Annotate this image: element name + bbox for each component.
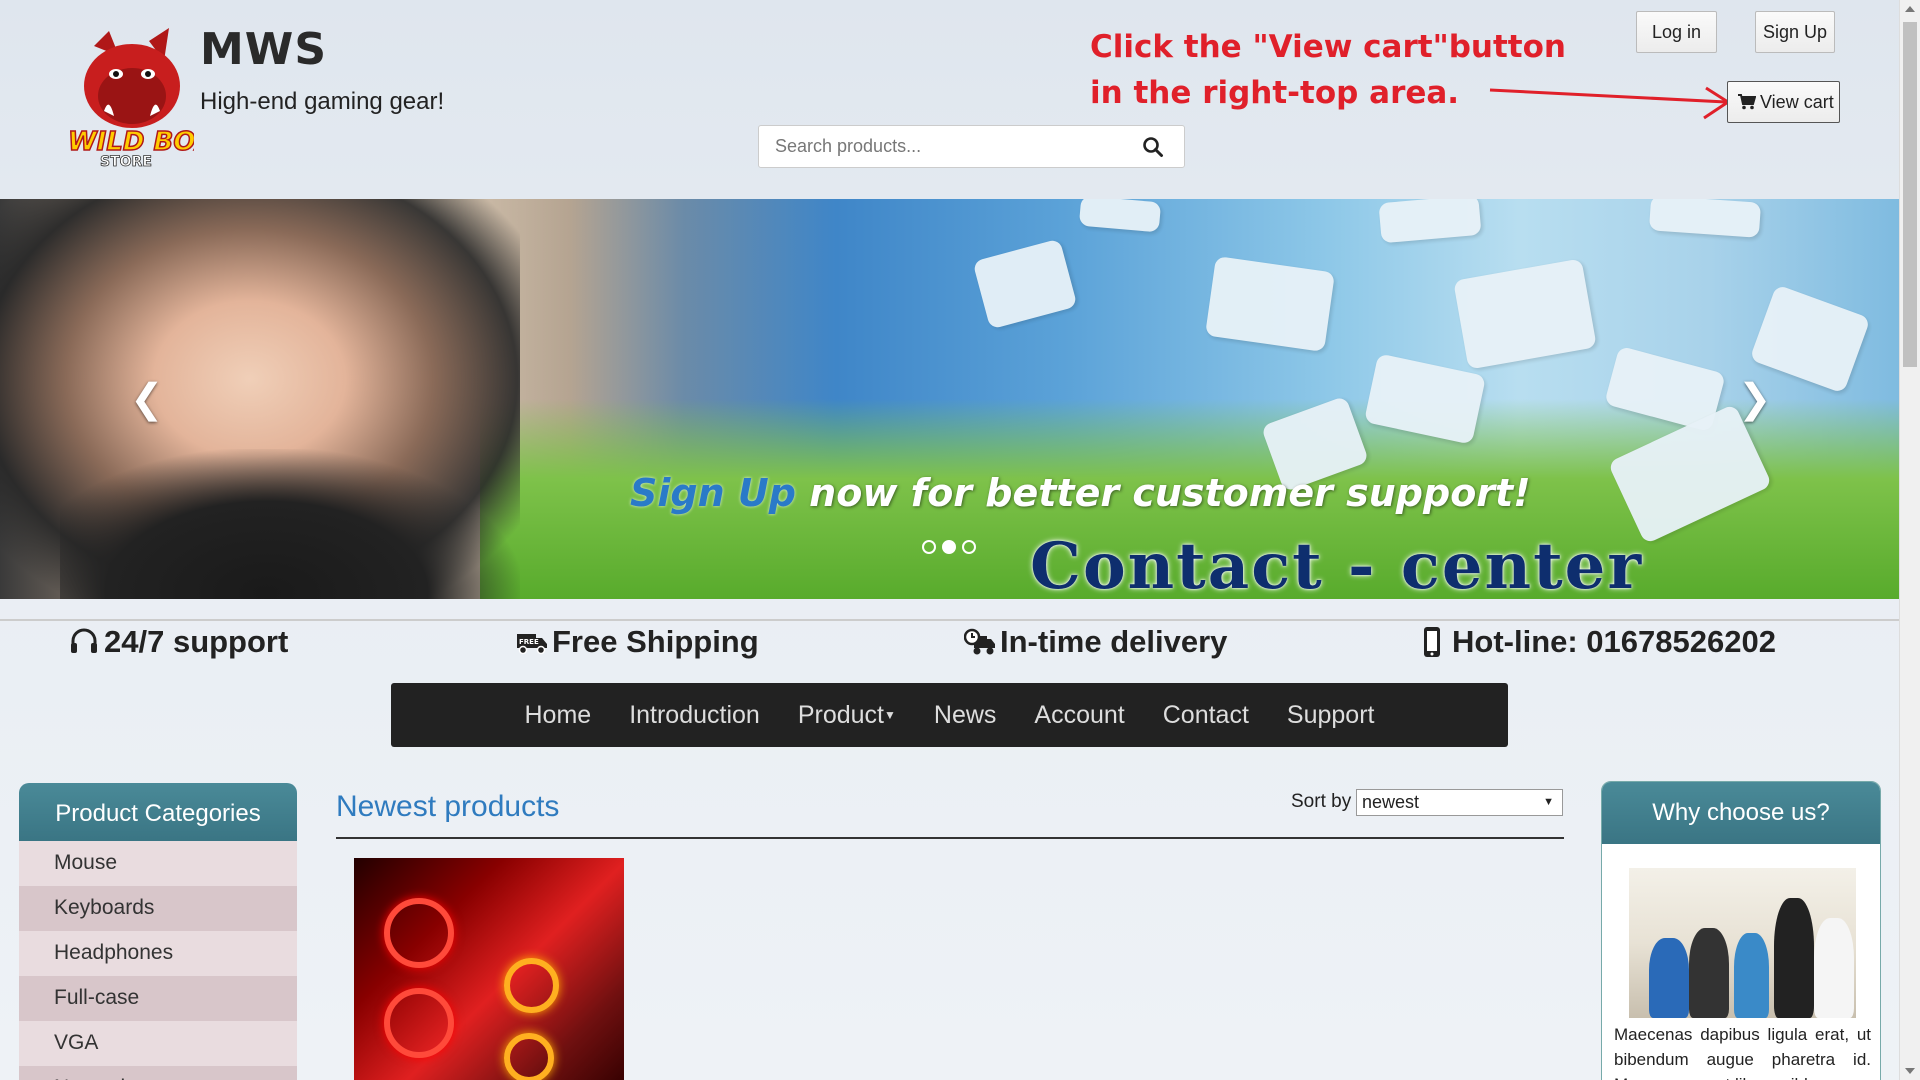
feature-shipping-label: Free Shipping [552,624,759,659]
vertical-scrollbar[interactable] [1899,0,1920,1080]
team-photo [1629,868,1856,1018]
scroll-up-icon[interactable] [1905,6,1915,12]
nav-contact[interactable]: Contact [1163,701,1249,730]
puzzle-piece [1453,258,1597,370]
category-network[interactable]: Network [19,1066,297,1080]
svg-text:WILD BOAR: WILD BOAR [68,127,194,157]
nav-news[interactable]: News [934,701,997,730]
signup-button[interactable]: Sign Up [1755,11,1835,53]
dropdown-arrow-icon: ▼ [1543,796,1554,808]
carousel-next-icon[interactable]: ❯ [1738,379,1772,419]
caption-text: now for better customer support! [795,471,1531,515]
puzzle-piece [972,238,1078,330]
category-vga[interactable]: VGA [19,1021,297,1066]
free-shipping-truck-icon: FREE [517,634,547,655]
sort-select[interactable]: newest ▼ [1356,789,1563,816]
case-fan [504,1033,554,1080]
puzzle-piece [1378,199,1482,244]
feature-delivery-label: In-time delivery [1000,624,1228,659]
photo-figure [1774,898,1814,1018]
annotation-arrow-icon [1489,86,1731,120]
product-image-gaming-case[interactable] [354,858,624,1080]
photo-figure [1689,928,1729,1018]
feature-support-label: 24/7 support [104,624,289,659]
nav-product[interactable]: Product▼ [798,701,896,730]
product-categories-panel: Product Categories Mouse Keyboards Headp… [19,783,297,1080]
view-cart-button[interactable]: View cart [1727,81,1840,123]
case-fan [384,898,454,968]
why-description: Maecenas dapibus ligula erat, ut bibendu… [1614,1025,1871,1080]
nav-product-label: Product [797,700,884,729]
photo-figure [1734,933,1769,1018]
page: WILD BOAR STORE MWS High-end gaming gear… [0,0,1899,1080]
nav-introduction[interactable]: Introduction [629,701,760,730]
login-button[interactable]: Log in [1636,11,1717,53]
hero-carousel: Sign Up now for better customer support!… [0,199,1899,599]
delivery-clock-icon [964,628,995,655]
search-icon[interactable] [1142,136,1164,158]
category-mouse[interactable]: Mouse [19,841,297,886]
svg-text:FREE: FREE [519,638,539,646]
view-cart-label: View cart [1760,92,1834,112]
annotation-line-1: Click the "View cart"button [1090,29,1566,65]
feature-hotline: Hot-line: 01678526202 [1416,624,1776,660]
caret-down-icon: ▼ [884,707,896,722]
sort-label: Sort by [1291,791,1352,812]
case-fan [504,958,559,1013]
photo-figure [1649,938,1689,1018]
carousel-indicators [922,540,976,554]
puzzle-piece [1205,256,1335,352]
feature-shipping: FREE Free Shipping [516,624,759,660]
mobile-phone-icon [1424,627,1440,657]
nav-home[interactable]: Home [525,701,592,730]
headset-icon [71,628,97,653]
scroll-down-icon[interactable] [1905,1068,1915,1074]
wild-boar-logo[interactable]: WILD BOAR STORE [64,26,194,168]
carousel-prev-icon[interactable]: ❮ [130,379,164,419]
category-full-case[interactable]: Full-case [19,976,297,1021]
search-box [758,125,1185,168]
contact-center-text: Contact - center [1030,529,1644,599]
puzzle-piece [1648,199,1762,238]
scrollbar-thumb[interactable] [1903,22,1917,367]
carousel-dot-3[interactable] [962,540,976,554]
why-title: Why choose us? [1602,782,1880,844]
feature-hotline-label: Hot-line: 01678526202 [1452,624,1776,659]
caption-highlight[interactable]: Sign Up [630,471,796,515]
site-name: MWS [200,24,328,75]
feature-support: 24/7 support [68,624,288,660]
sort-selected-value: newest [1362,792,1420,812]
category-headphones[interactable]: Headphones [19,931,297,976]
nav-support[interactable]: Support [1287,701,1375,730]
feature-delivery: In-time delivery [964,624,1227,660]
newest-products-title: Newest products [336,790,560,823]
case-fan [384,988,454,1058]
agent-suit [60,449,520,599]
category-keyboards[interactable]: Keyboards [19,886,297,931]
banner-caption: Sign Up now for better customer support! [630,471,1531,515]
nav-account[interactable]: Account [1034,701,1124,730]
shopping-cart-icon [1738,94,1756,110]
categories-title: Product Categories [19,783,297,841]
features-divider [0,619,1899,621]
puzzle-piece [1078,199,1162,233]
carousel-dot-2[interactable] [942,540,956,554]
site-tagline: High-end gaming gear! [200,88,445,115]
search-input[interactable] [775,136,1115,157]
category-list: Mouse Keyboards Headphones Full-case VGA… [19,841,297,1080]
main-divider [336,837,1564,839]
photo-figure [1814,918,1854,1018]
main-nav: Home Introduction Product▼ News Account … [391,683,1508,747]
why-choose-us-panel: Why choose us? Maecenas dapibus ligula e… [1601,781,1881,1080]
carousel-dot-1[interactable] [922,540,936,554]
svg-text:STORE: STORE [100,154,152,168]
